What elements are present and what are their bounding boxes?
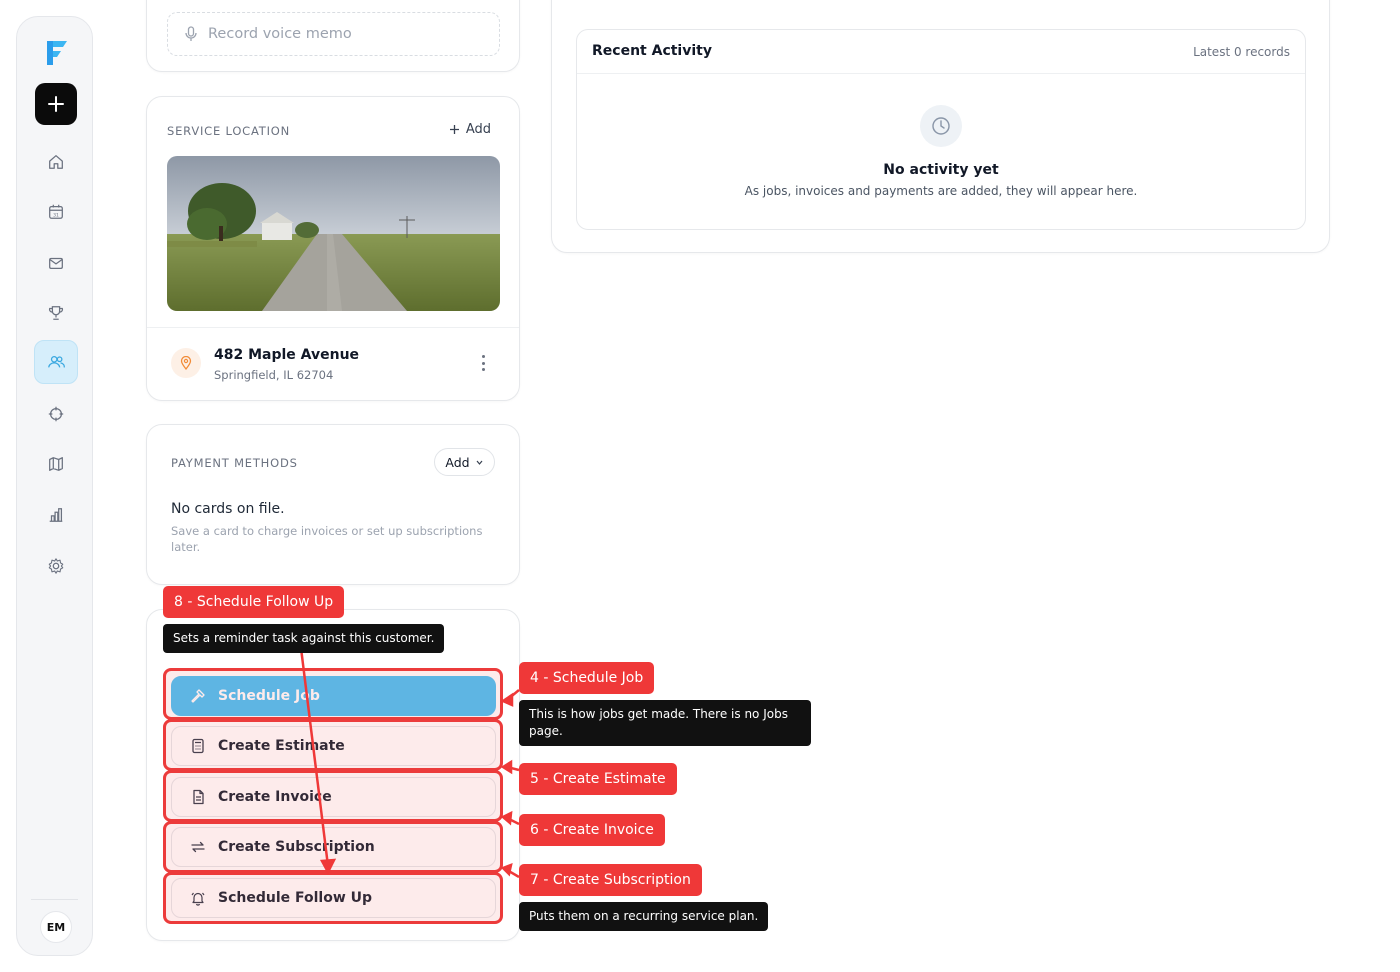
sidebar-item-target[interactable] <box>34 392 78 436</box>
add-payment-label: Add <box>445 454 470 470</box>
street-view-image[interactable] <box>167 156 500 311</box>
clock-icon <box>920 105 962 147</box>
no-activity-description: As jobs, invoices and payments are added… <box>744 184 1138 198</box>
recent-activity-header: Recent Activity Latest 0 records <box>577 30 1305 74</box>
highlight-create-invoice <box>163 770 503 822</box>
annotation-tag-6: 6 - Create Invoice <box>519 814 665 846</box>
sidebar-item-home[interactable] <box>34 140 78 184</box>
mail-icon <box>49 257 63 270</box>
recent-activity-section: Recent Activity Latest 0 records No acti… <box>576 29 1306 230</box>
payment-methods-card: PAYMENT METHODS Add No cards on file. Sa… <box>146 424 520 585</box>
highlight-schedule-job <box>163 668 503 720</box>
sidebar-divider <box>31 899 78 900</box>
location-more-menu-icon[interactable] <box>477 353 489 373</box>
location-pin-icon <box>171 348 201 378</box>
add-location-button[interactable]: Add <box>449 122 491 137</box>
trophy-icon <box>48 306 64 320</box>
annotation-tag-5: 5 - Create Estimate <box>519 763 677 795</box>
address-city: Springfield, IL 62704 <box>214 368 334 382</box>
bar-chart-icon <box>49 508 63 522</box>
sidebar-item-inbox[interactable] <box>34 241 78 285</box>
address-street: 482 Maple Avenue <box>214 347 360 363</box>
sidebar-item-calendar[interactable]: 31 <box>34 190 78 234</box>
no-activity-title: No activity yet <box>883 162 999 178</box>
users-icon <box>48 355 65 368</box>
chevron-down-icon <box>476 460 483 465</box>
payment-methods-title: PAYMENT METHODS <box>171 456 298 470</box>
create-new-button[interactable] <box>35 83 77 125</box>
sidebar: 31 EM <box>16 16 93 956</box>
highlight-create-estimate <box>163 719 503 771</box>
plus-icon <box>48 96 64 112</box>
activity-panel: Recent Activity Latest 0 records No acti… <box>551 0 1330 253</box>
highlight-schedule-follow-up <box>163 872 503 924</box>
sidebar-item-reports[interactable] <box>34 493 78 537</box>
no-cards-text: No cards on file. <box>171 501 285 517</box>
annotation-tooltip-8: Sets a reminder task against this custom… <box>163 624 445 653</box>
recent-activity-title: Recent Activity <box>592 43 712 59</box>
add-location-label: Add <box>465 122 491 137</box>
recent-activity-count: Latest 0 records <box>1193 45 1290 59</box>
map-icon <box>49 457 63 471</box>
microphone-icon <box>185 26 197 41</box>
divider <box>147 327 519 328</box>
gear-icon <box>48 558 64 574</box>
annotation-tag-4: 4 - Schedule Job <box>519 662 655 694</box>
annotation-tooltip-7: Puts them on a recurring service plan. <box>519 902 769 931</box>
sidebar-item-settings[interactable] <box>34 544 78 588</box>
annotation-tag-7: 7 - Create Subscription <box>519 864 702 896</box>
service-location-title: SERVICE LOCATION <box>167 124 291 138</box>
record-voice-memo-button[interactable]: Record voice memo <box>167 12 500 56</box>
calendar-icon: 31 <box>49 204 63 219</box>
svg-text:31: 31 <box>53 213 59 219</box>
voice-memo-card: Record voice memo <box>146 0 520 72</box>
sidebar-item-map[interactable] <box>34 442 78 486</box>
annotation-tag-8: 8 - Schedule Follow Up <box>163 586 345 618</box>
voice-memo-placeholder: Record voice memo <box>208 26 352 42</box>
no-cards-hint: Save a card to charge invoices or set up… <box>171 524 483 554</box>
annotation-tooltip-4: This is how jobs get made. There is no J… <box>519 700 811 746</box>
user-avatar[interactable]: EM <box>40 911 72 943</box>
app-logo[interactable] <box>39 35 73 69</box>
highlight-create-subscription <box>163 821 503 873</box>
sidebar-item-trophy[interactable] <box>34 291 78 335</box>
home-icon <box>49 155 63 169</box>
crosshair-icon <box>48 406 64 422</box>
plus-icon <box>449 125 459 134</box>
service-location-card: SERVICE LOCATION Add 482 Maple Avenue Sp… <box>146 96 520 401</box>
add-payment-method-dropdown[interactable]: Add <box>434 448 495 476</box>
sidebar-item-customers[interactable] <box>34 340 78 384</box>
